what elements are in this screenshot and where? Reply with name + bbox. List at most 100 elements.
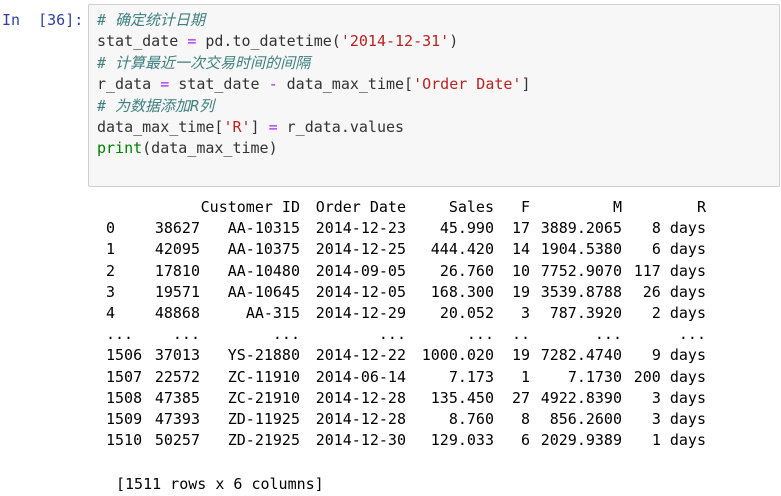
table-cell: 129.033 (430, 431, 494, 450)
table-cell: 200 days (633, 367, 706, 386)
table-cell: 2014-06-14 (315, 367, 406, 386)
code-token: = (187, 32, 197, 51)
column-header: Order Date (315, 198, 406, 216)
table-cell: ... (272, 325, 300, 344)
table-cell: 26.760 (439, 261, 494, 280)
code-token: ] (250, 117, 269, 136)
column-header (106, 197, 152, 218)
table-cell: 4 (106, 304, 116, 323)
table-row: 0 38627 AA-10315 2014-12-23 45.990 17 3889.206… (106, 218, 706, 239)
table-cell: ... (678, 325, 706, 344)
code-token: 'Order Date' (413, 75, 522, 94)
table-cell: 3889.2065 (540, 219, 622, 238)
code-line: # 计算最近一次交易时间的间隔 (97, 53, 775, 74)
table-cell: AA-10480 (227, 261, 300, 280)
table-cell: 2 days (651, 304, 706, 323)
table-cell: 3 days (651, 388, 706, 407)
code-line: r_data = stat_date - data_max_time['Orde… (97, 74, 775, 95)
table-cell: 3 (520, 304, 530, 323)
table-cell: 45.990 (439, 219, 494, 238)
table-cell: 168.300 (430, 282, 494, 301)
table-cell: 1000.020 (421, 346, 494, 365)
table-cell: 2014-12-29 (315, 304, 406, 323)
table-cell: 10 (511, 261, 530, 280)
table-cell: 17810 (154, 261, 200, 280)
table-cell: 27 (511, 388, 530, 407)
table-cell: ZC-21910 (227, 388, 300, 407)
code-token: stat_date (97, 32, 188, 51)
table-cell: AA-10315 (227, 219, 300, 238)
table-cell: 3 days (651, 410, 706, 429)
table-cell: 8.760 (448, 410, 494, 429)
table-row: 3 19571 AA-10645 2014-12-05 168.300 19 3539.87… (106, 282, 706, 303)
table-cell: ZD-21925 (227, 431, 300, 450)
table-cell: 2014-09-05 (315, 261, 406, 280)
code-cell-input[interactable]: # 确定统计日期 stat_date = pd.to_datetime('2014… (88, 4, 780, 187)
table-cell: 8 days (651, 219, 706, 238)
table-cell: ... (378, 325, 406, 344)
code-token: '2014-12-31' (340, 32, 450, 51)
table-cell: 135.450 (430, 388, 494, 407)
table-row: ....................... (106, 324, 706, 345)
column-header: R (696, 198, 706, 216)
code-token: - (268, 75, 278, 94)
code-token: (data_max_time) (142, 139, 278, 158)
column-header: F (520, 198, 530, 216)
code-line: # 确定统计日期 (97, 10, 775, 31)
table-cell: 1 (520, 367, 530, 386)
table-cell: 2014-12-25 (315, 240, 406, 259)
table-cell: 19571 (154, 282, 200, 301)
dataframe-summary: [1511 rows x 6 columns] (116, 475, 324, 493)
code-line: # 为数据添加R列 (97, 96, 775, 117)
table-cell: AA-315 (245, 304, 300, 323)
table-cell: 117 days (633, 261, 706, 280)
table-cell: 8 (520, 410, 530, 429)
table-cell: 7.173 (448, 367, 494, 386)
column-header: Customer ID (200, 198, 300, 216)
table-cell: ... (106, 325, 134, 344)
table-cell: 2014-12-28 (315, 388, 406, 407)
table-cell: 2014-12-30 (315, 431, 406, 450)
code-line: print(data_max_time) (97, 138, 775, 159)
code-line: data_max_time['R'] = r_data.values (97, 117, 775, 138)
table-cell: 37013 (154, 346, 200, 365)
code-token: = (268, 117, 278, 136)
code-line: stat_date = pd.to_datetime('2014-12-31') (97, 31, 775, 52)
table-cell: 856.2600 (549, 410, 622, 429)
table-cell: 2014-12-05 (315, 282, 406, 301)
code-token: data_max_time[ (277, 75, 414, 94)
table-cell: ZC-11910 (227, 367, 300, 386)
cell-output: Customer ID Order Date Sales F M R 0 38627 AA-1… (88, 197, 780, 493)
table-cell: 787.3920 (549, 304, 622, 323)
code-token: = (160, 75, 170, 94)
table-cell: 6 days (651, 240, 706, 259)
table-cell: 22572 (154, 367, 200, 386)
table-row: 1508 47385 ZC-21910 2014-12-28 135.450 27 4922… (106, 388, 706, 409)
table-cell: 4922.8390 (540, 388, 622, 407)
table-cell: 1510 (106, 431, 143, 450)
table-row: 1507 22572 ZC-11910 2014-06-14 7.173 1 7.1730 2… (106, 367, 706, 388)
cell-prompt: In [36]: (2, 11, 84, 29)
table-cell: 2029.9389 (540, 431, 622, 450)
table-cell: 0 (106, 219, 116, 238)
table-cell: 2014-12-28 (315, 410, 406, 429)
table-cell: 48868 (154, 304, 200, 323)
code-editor[interactable]: # 确定统计日期 stat_date = pd.to_datetime('2014… (97, 10, 775, 160)
table-cell: .. (511, 325, 530, 344)
code-token: print (97, 139, 143, 158)
code-token: r_data (97, 75, 161, 94)
table-cell: 14 (511, 240, 530, 259)
table-header-row: Customer ID Order Date Sales F M R (106, 197, 706, 218)
table-row: 1506 37013 YS-21880 2014-12-22 1000.020 19 728… (106, 345, 706, 366)
table-cell: 19 (511, 346, 530, 365)
table-cell: AA-10375 (227, 240, 300, 259)
code-token: pd.to_datetime( (196, 32, 341, 51)
table-cell: 17 (511, 219, 530, 238)
code-token: 'R' (223, 117, 251, 136)
table-cell: 47393 (154, 410, 200, 429)
code-token: # 计算最近一次交易时间的间隔 (97, 53, 311, 72)
table-cell: 7752.9070 (540, 261, 622, 280)
table-cell: ZD-11925 (227, 410, 300, 429)
table-cell: 1904.5380 (540, 240, 622, 259)
code-token: stat_date (169, 75, 269, 94)
